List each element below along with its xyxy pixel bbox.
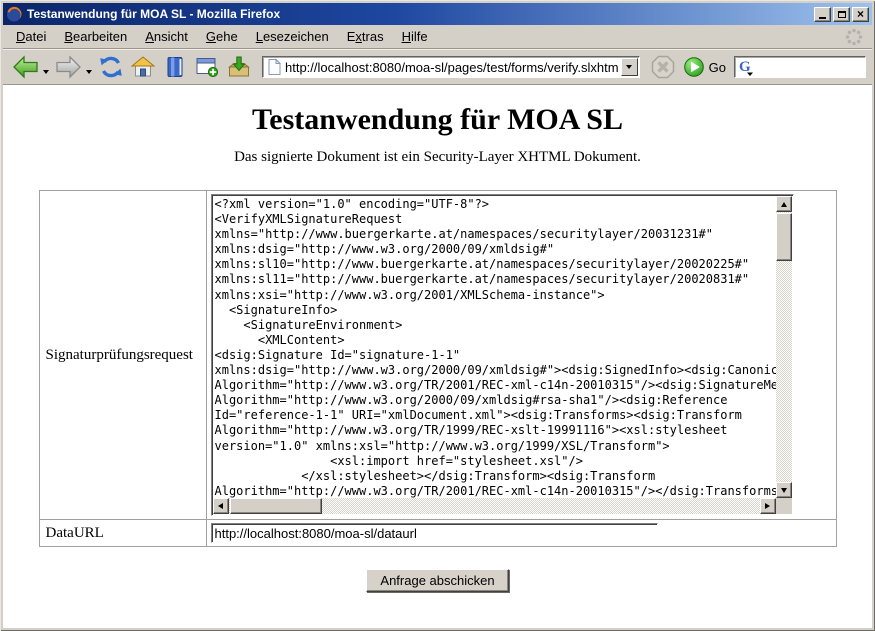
request-xml-content: <?xml version="1.0" encoding="UTF-8"?> <… (212, 195, 776, 498)
home-button[interactable] (127, 52, 159, 82)
browser-window: Testanwendung für MOA SL - Mozilla Firef… (0, 0, 875, 631)
home-icon (130, 54, 156, 80)
throbber-icon (844, 27, 864, 47)
forward-dropdown[interactable] (86, 70, 92, 74)
scroll-left-button[interactable] (213, 498, 229, 514)
page-title: Testanwendung für MOA SL (3, 103, 872, 137)
go-button[interactable]: Go (679, 56, 730, 78)
new-window-icon (194, 54, 220, 80)
page-icon (266, 58, 283, 76)
forward-icon (55, 54, 82, 80)
new-window-button[interactable] (191, 52, 223, 82)
page-subtitle: Das signierte Dokument ist ein Security-… (3, 149, 872, 166)
menu-extras[interactable]: Extras (338, 26, 393, 47)
horizontal-scrollbar[interactable] (213, 498, 776, 514)
url-input[interactable] (283, 60, 621, 75)
chevron-down-icon (626, 65, 632, 69)
navigation-toolbar: Go G (3, 49, 872, 85)
close-icon: × (857, 9, 864, 19)
back-dropdown[interactable] (43, 70, 49, 74)
horizontal-scrollbar-thumb[interactable] (230, 498, 322, 514)
forward-button[interactable] (52, 52, 85, 82)
close-button[interactable]: × (852, 7, 869, 22)
request-textarea[interactable]: <?xml version="1.0" encoding="UTF-8"?> <… (211, 194, 794, 516)
triangle-left-icon (218, 503, 223, 509)
stop-button[interactable] (647, 52, 679, 82)
scroll-right-button[interactable] (760, 498, 776, 514)
verify-form-table: Signaturprüfungsrequest <?xml version="1… (39, 190, 837, 547)
menu-hilfe[interactable]: Hilfe (393, 26, 437, 47)
bookmarks-button[interactable] (159, 52, 191, 82)
menu-bar: Datei Bearbeiten Ansicht Gehe Lesezeiche… (3, 25, 872, 49)
minimize-icon (819, 17, 826, 19)
window-title: Testanwendung für MOA SL - Mozilla Firef… (27, 7, 814, 21)
minimize-button[interactable] (814, 7, 831, 22)
firefox-logo-icon (6, 6, 22, 22)
bookmarks-icon (162, 54, 188, 80)
request-label: Signaturprüfungsrequest (39, 191, 206, 520)
menu-datei[interactable]: Datei (7, 26, 55, 47)
back-button[interactable] (9, 52, 42, 82)
scroll-up-button[interactable] (776, 196, 792, 212)
scrollbar-corner (776, 498, 792, 514)
vertical-scrollbar-thumb[interactable] (776, 213, 792, 261)
triangle-up-icon (781, 202, 787, 207)
downloads-button[interactable] (223, 52, 255, 82)
menu-ansicht[interactable]: Ansicht (136, 26, 197, 47)
stop-icon (650, 54, 676, 80)
search-bar: G (734, 56, 866, 78)
go-label: Go (709, 60, 726, 75)
url-dropdown-button[interactable] (621, 58, 638, 76)
maximize-button[interactable] (833, 7, 850, 22)
title-bar[interactable]: Testanwendung für MOA SL - Mozilla Firef… (3, 3, 872, 25)
go-icon (683, 56, 705, 78)
dataurl-label: DataURL (39, 520, 206, 547)
triangle-right-icon (765, 503, 770, 509)
menu-gehe[interactable]: Gehe (197, 26, 247, 47)
triangle-down-icon (781, 488, 787, 493)
reload-button[interactable] (95, 52, 127, 82)
back-icon (12, 54, 39, 80)
search-input[interactable] (756, 59, 865, 76)
table-row-dataurl: DataURL (39, 520, 836, 547)
page-content: Testanwendung für MOA SL Das signierte D… (3, 85, 872, 628)
reload-icon (98, 54, 124, 80)
google-g-icon[interactable]: G (738, 57, 756, 77)
downloads-icon (226, 54, 252, 80)
scroll-down-button[interactable] (776, 482, 792, 498)
vertical-scrollbar[interactable] (776, 196, 792, 498)
table-row-request: Signaturprüfungsrequest <?xml version="1… (39, 191, 836, 520)
maximize-icon (838, 11, 846, 18)
menu-lesezeichen[interactable]: Lesezeichen (247, 26, 338, 47)
menu-bearbeiten[interactable]: Bearbeiten (55, 26, 136, 47)
submit-button[interactable]: Anfrage abschicken (366, 569, 508, 592)
dataurl-input[interactable] (211, 523, 658, 543)
url-bar (262, 56, 640, 78)
